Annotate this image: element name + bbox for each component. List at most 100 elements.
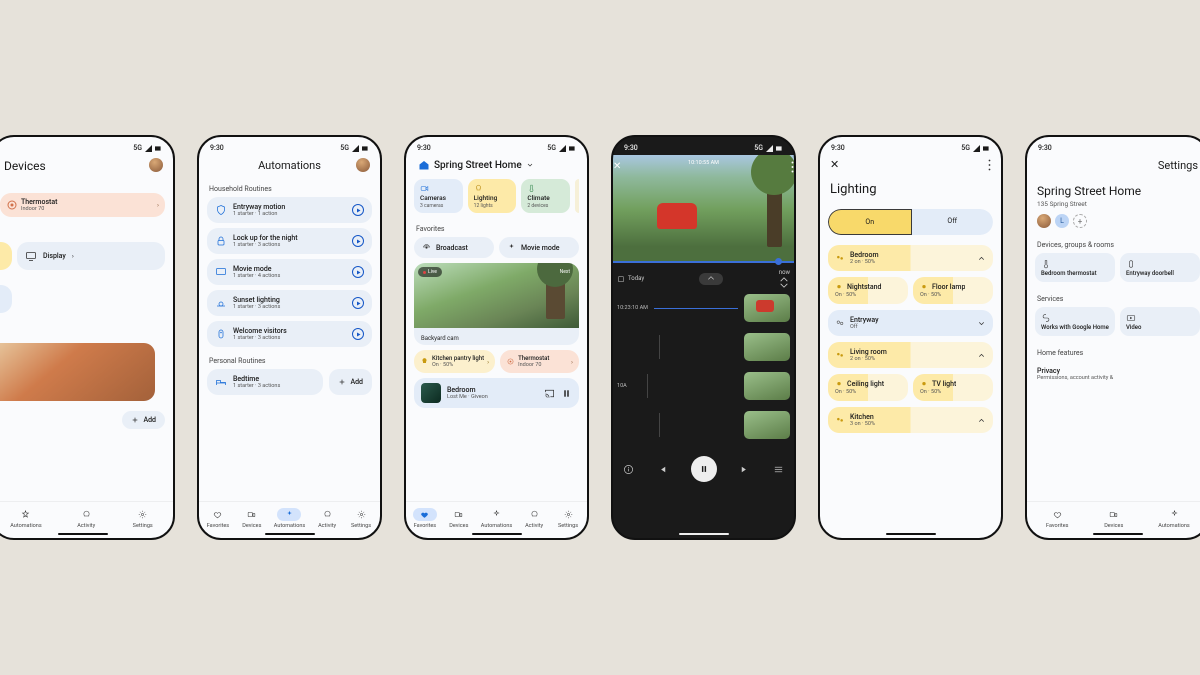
cat-cameras[interactable]: Cameras3 cameras [414, 179, 463, 213]
timestamp: 10:23:10 AM [617, 305, 648, 311]
service-video[interactable]: Video [1120, 307, 1200, 336]
cat-climate[interactable]: Climate2 devices [521, 179, 570, 213]
skip-prev-icon[interactable] [657, 464, 668, 475]
routine-bedtime[interactable]: Bedtime1 starter · 3 actions [207, 369, 323, 395]
nav-devices[interactable]: Devices [447, 508, 471, 529]
nav-favorites[interactable]: Favorites [206, 508, 230, 529]
list-icon[interactable] [773, 464, 784, 475]
next-label[interactable]: Next [555, 267, 575, 277]
service-works-with[interactable]: Works with Google Home [1035, 307, 1115, 336]
chevron-up-icon[interactable] [977, 351, 986, 360]
event-thumbnail[interactable] [744, 333, 790, 361]
nav-settings[interactable]: Settings [556, 508, 580, 529]
chevron-down-icon[interactable] [779, 283, 789, 288]
room-kitchen[interactable]: Kitchen3 on · 50% [828, 407, 993, 433]
routine-welcome[interactable]: Welcome visitors1 starter · 3 actions [207, 321, 372, 347]
nav-settings[interactable]: Settings [349, 508, 373, 529]
nav-favorites[interactable]: Favorites [413, 508, 437, 529]
nav-devices[interactable]: Devices [1102, 508, 1126, 529]
more-icon[interactable] [791, 161, 794, 175]
event-thumbnail[interactable] [744, 411, 790, 439]
member-avatar[interactable]: L [1055, 214, 1069, 228]
more-icon[interactable] [988, 159, 991, 173]
nav-settings[interactable]: Settings [131, 508, 155, 529]
nav-activity[interactable]: Activity [315, 508, 339, 529]
timestamp: 10A [617, 383, 627, 389]
cast-icon[interactable] [544, 388, 555, 399]
nav-automations[interactable]: Automations [1158, 508, 1189, 529]
play-icon[interactable] [352, 204, 364, 216]
add-member-button[interactable]: + [1073, 214, 1087, 228]
close-icon[interactable]: ✕ [613, 161, 621, 172]
home-selector[interactable]: Spring Street Home [414, 155, 579, 179]
nav-favorites[interactable]: Favorites [1045, 508, 1069, 529]
cat-lighting[interactable]: Lighting12 lights [468, 179, 517, 213]
video-icon [1126, 313, 1136, 323]
chevron-up-icon[interactable] [977, 254, 986, 263]
nav-activity[interactable]: Activity [522, 508, 546, 529]
routine-sunset[interactable]: Sunset lighting1 starter · 3 actions [207, 290, 372, 316]
feature-privacy[interactable]: PrivacyPermissions, account activity & [1035, 361, 1200, 387]
device-entryway-doorbell[interactable]: Entryway doorbell [1120, 253, 1200, 282]
status-bar: 9:30 5G [613, 137, 794, 155]
broadcast-button[interactable]: Broadcast [414, 237, 494, 258]
chevron-down-icon[interactable] [977, 319, 986, 328]
close-icon[interactable]: ✕ [828, 155, 993, 174]
pause-icon[interactable] [561, 388, 572, 399]
light-floor-lamp[interactable]: Floor lampOn · 50% [913, 277, 993, 304]
chevron-up-icon[interactable] [779, 277, 789, 282]
nav-automations[interactable]: Automations [481, 508, 512, 529]
nav-automations[interactable]: Automations [10, 508, 41, 529]
routine-lockup[interactable]: Lock up for the night1 starter · 3 actio… [207, 228, 372, 254]
room-entryway[interactable]: EntrywayOff [828, 310, 993, 336]
live-timestamp: 10:10:55 AM [688, 160, 719, 166]
phone-automations: 9:30 5G Automations Household Routines E… [197, 135, 382, 540]
play-icon[interactable] [352, 328, 364, 340]
section-household: Household Routines [207, 180, 372, 197]
info-icon[interactable] [623, 464, 634, 475]
add-button[interactable]: Add [122, 411, 165, 429]
add-button[interactable]: Add [329, 369, 372, 395]
event-thumbnail[interactable] [744, 294, 790, 322]
light-tv[interactable]: TV lightOn · 50% [913, 374, 993, 401]
jump-to-now[interactable] [699, 273, 723, 285]
chevron-up-icon[interactable] [977, 416, 986, 425]
device-bedroom-thermostat[interactable]: Bedroom thermostat [1035, 253, 1115, 282]
avatar[interactable] [356, 158, 370, 172]
bulb-icon [835, 380, 843, 388]
date-picker[interactable]: Today [617, 275, 644, 283]
event-thumbnail[interactable] [744, 372, 790, 400]
display-card[interactable]: Display › [17, 242, 165, 270]
status-bar: 9:30 5G [199, 137, 380, 155]
pantry-light-card[interactable]: Kitchen pantry lightOn · 50% › [414, 350, 495, 373]
avatar[interactable] [149, 158, 163, 172]
room-bedroom[interactable]: Bedroom2 on · 50% [828, 245, 993, 271]
skip-next-icon[interactable] [739, 464, 750, 475]
media-card[interactable]: BedroomLost Me · Giveon [414, 378, 579, 408]
home-address: 135 Spring Street [1035, 200, 1200, 214]
member-avatar[interactable] [1037, 214, 1051, 228]
bulb-icon [920, 283, 928, 291]
light-ceiling[interactable]: Ceiling lightOn · 50% [828, 374, 908, 401]
room-living[interactable]: Living room2 on · 50% [828, 342, 993, 368]
pause-button[interactable] [691, 456, 717, 482]
on-off-toggle[interactable]: On Off [828, 209, 993, 235]
camera-live-view[interactable]: ✕ 10:10:55 AM [613, 155, 794, 263]
toggle-off: Off [912, 209, 994, 235]
thermostat-card[interactable]: ThermostatIndoor 70 › [0, 193, 165, 217]
routine-movie[interactable]: Movie mode1 starter · 4 actions [207, 259, 372, 285]
play-icon[interactable] [352, 297, 364, 309]
play-icon[interactable] [352, 266, 364, 278]
camera-card[interactable]: Live Next Backyard cam [414, 263, 579, 345]
thermostat-card[interactable]: ThermostatIndoor 70 › [500, 350, 579, 373]
nav-devices[interactable]: Devices [240, 508, 264, 529]
play-icon[interactable] [352, 235, 364, 247]
nav-activity[interactable]: Activity [74, 508, 98, 529]
home-name: Spring Street Home [1035, 182, 1200, 200]
routine-entryway[interactable]: Entryway motion1 starter · 1 action [207, 197, 372, 223]
nav-automations[interactable]: Automations [274, 508, 305, 529]
phone-camera: 9:30 5G ✕ 10:10:55 AM Today now [611, 135, 796, 540]
light-nightstand[interactable]: NightstandOn · 50% [828, 277, 908, 304]
broadcast-icon [422, 243, 431, 252]
movie-mode-button[interactable]: Movie mode [499, 237, 579, 258]
